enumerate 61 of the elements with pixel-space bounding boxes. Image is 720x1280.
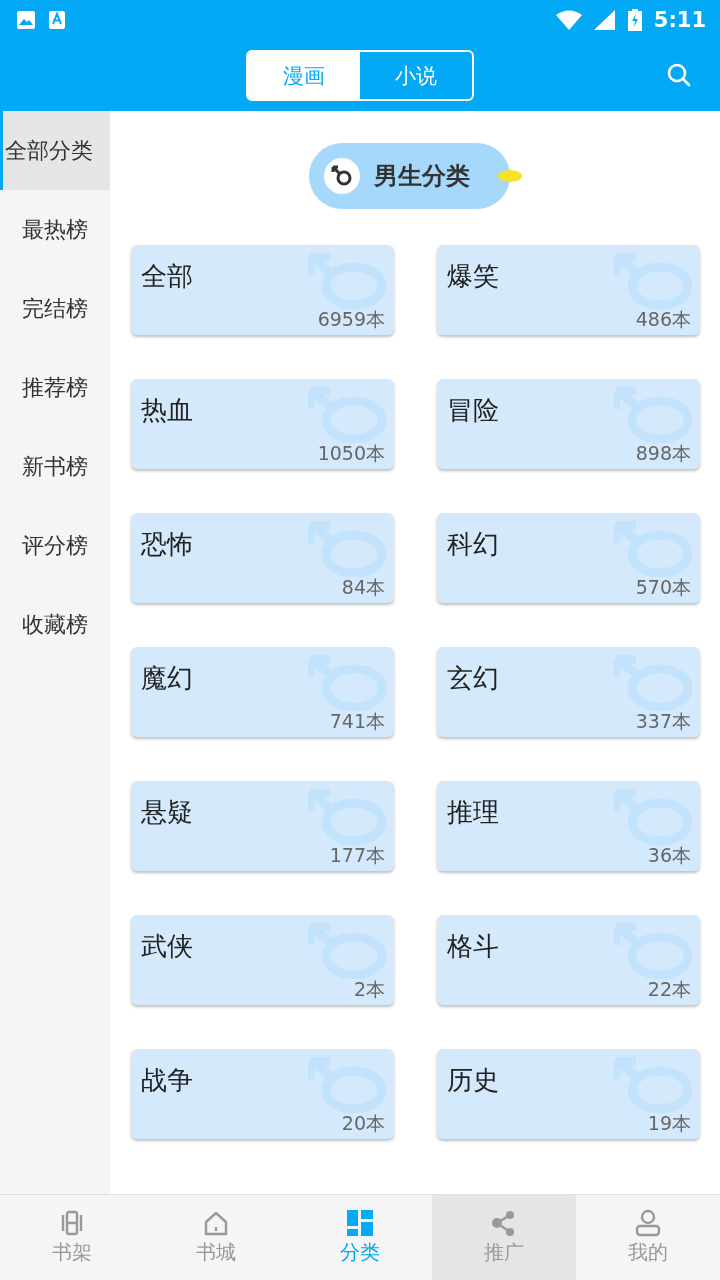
search-icon[interactable]: [666, 62, 692, 88]
book-count: 20本: [341, 1111, 385, 1136]
category-card[interactable]: 格斗 22本: [437, 915, 700, 1005]
home-icon: [202, 1209, 230, 1237]
book-count: 19本: [647, 1111, 691, 1136]
book-count: 84本: [341, 575, 385, 600]
category-card[interactable]: 冒险 898本: [437, 379, 700, 469]
sidebar-item[interactable]: 新书榜: [0, 427, 110, 506]
category-name: 战争: [141, 1064, 193, 1097]
sidebar-item[interactable]: 收藏榜: [0, 585, 110, 664]
male-symbol-icon: [323, 158, 360, 194]
sidebar-item[interactable]: 完结榜: [0, 269, 110, 348]
book-count: 1050本: [317, 441, 385, 466]
category-name: 魔幻: [141, 662, 193, 695]
category-card[interactable]: 悬疑 177本: [131, 781, 394, 871]
category-name: 爆笑: [447, 260, 499, 293]
book-count: 6959本: [317, 307, 385, 332]
category-card[interactable]: 玄幻 337本: [437, 647, 700, 737]
category-card[interactable]: 全部 6959本: [131, 245, 394, 335]
category-card[interactable]: 热血 1050本: [131, 379, 394, 469]
book-count: 22本: [647, 977, 691, 1002]
signal-icon: [593, 10, 616, 30]
image-icon: [16, 10, 36, 30]
sidebar-item[interactable]: 全部分类: [0, 111, 110, 190]
category-name: 推理: [447, 796, 499, 829]
category-card[interactable]: 武侠 2本: [131, 915, 394, 1005]
font-icon: [48, 10, 66, 30]
category-name: 冒险: [447, 394, 499, 427]
book-count: 177本: [329, 843, 385, 868]
book-count: 337本: [635, 709, 691, 734]
book-count: 570本: [635, 575, 691, 600]
category-card[interactable]: 历史 19本: [437, 1049, 700, 1139]
book-count: 486本: [635, 307, 691, 332]
grid-icon: [346, 1209, 374, 1237]
book-count: 36本: [647, 843, 691, 868]
category-card[interactable]: 推理 36本: [437, 781, 700, 871]
category-name: 武侠: [141, 930, 193, 963]
book-count: 741本: [329, 709, 385, 734]
category-card[interactable]: 恐怖 84本: [131, 513, 394, 603]
category-name: 历史: [447, 1064, 499, 1097]
book-count: 898本: [635, 441, 691, 466]
category-name: 悬疑: [141, 796, 193, 829]
category-name: 格斗: [447, 930, 499, 963]
category-card[interactable]: 科幻 570本: [437, 513, 700, 603]
battery-icon: [627, 9, 642, 31]
category-name: 科幻: [447, 528, 499, 561]
sidebar-item[interactable]: 最热榜: [0, 190, 110, 269]
wifi-icon: [555, 10, 582, 30]
sidebar-item[interactable]: 推荐榜: [0, 348, 110, 427]
category-name: 全部: [141, 260, 193, 293]
person-icon: [634, 1209, 662, 1237]
category-name: 热血: [141, 394, 193, 427]
category-card[interactable]: 魔幻 741本: [131, 647, 394, 737]
clock-time: 5:11: [653, 8, 706, 32]
category-name: 玄幻: [447, 662, 499, 695]
category-card[interactable]: 爆笑 486本: [437, 245, 700, 335]
category-card[interactable]: 战争 20本: [131, 1049, 394, 1139]
book-count: 2本: [353, 977, 385, 1002]
category-name: 恐怖: [141, 528, 193, 561]
sidebar-item[interactable]: 评分榜: [0, 506, 110, 585]
section-title: 男生分类: [373, 161, 470, 192]
